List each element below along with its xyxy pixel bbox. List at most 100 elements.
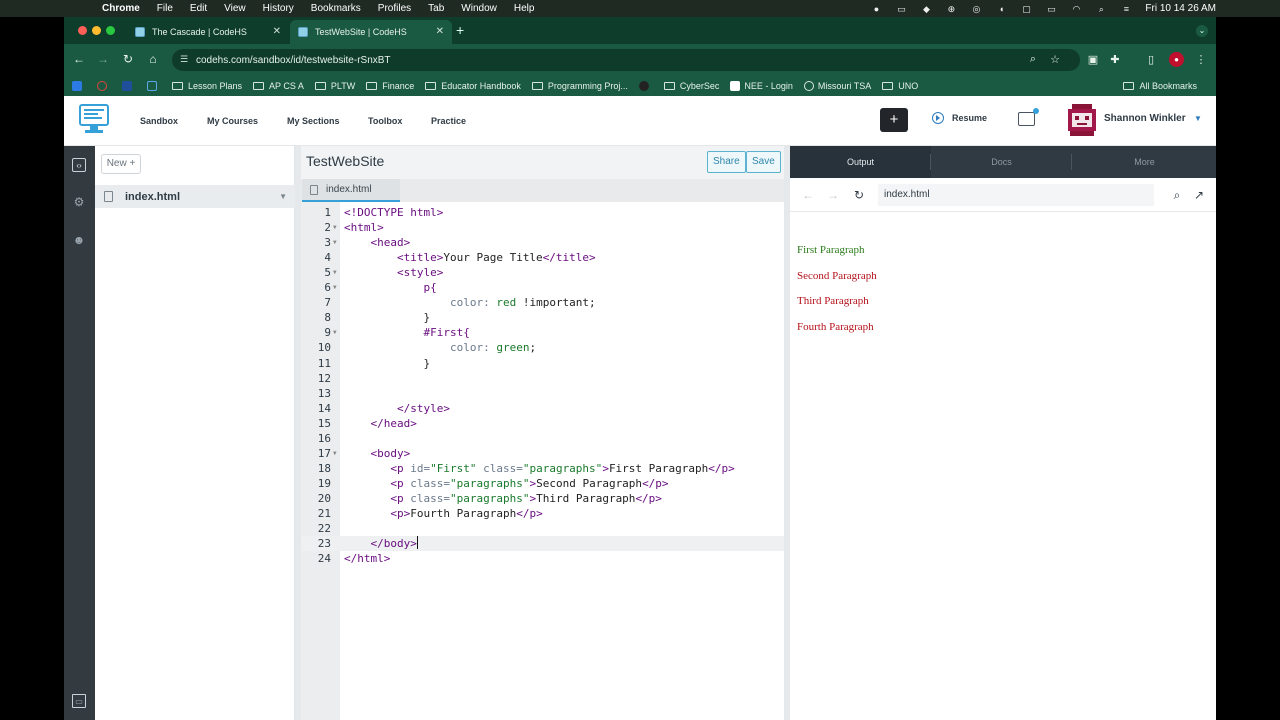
forward-arrow-icon[interactable]: → [826, 188, 840, 202]
save-button[interactable]: Save [746, 151, 781, 173]
chrome-profile-avatar[interactable]: ● [1169, 52, 1184, 67]
users-icon[interactable]: ☻ [72, 233, 86, 247]
menu-file[interactable]: File [157, 3, 173, 14]
bookmark-icon-link[interactable] [147, 81, 161, 91]
bookmark-educator-handbook[interactable]: Educator Handbook [425, 81, 521, 91]
zoom-icon[interactable]: ⌕ [1026, 53, 1040, 66]
code-line[interactable]: 6 ▼ p{ [301, 280, 784, 295]
resume-button[interactable]: Resume [932, 112, 987, 124]
bookmark-nee-login[interactable]: NEE - Login [730, 81, 793, 91]
user-avatar[interactable] [1066, 103, 1098, 137]
menu-tab[interactable]: Tab [428, 3, 444, 14]
code-line[interactable]: 11 } [301, 356, 784, 371]
bookmark-star-icon[interactable]: ☆ [1048, 53, 1062, 66]
code-line[interactable]: 16 [301, 431, 784, 446]
code-line[interactable]: 24 </html> [301, 551, 784, 566]
menubar-clock[interactable]: Fri 10 14 26 AM [1145, 3, 1216, 14]
wifi-icon[interactable]: ◠ [1069, 4, 1083, 14]
battery-app-icon[interactable]: ▭ [894, 4, 908, 14]
all-bookmarks[interactable]: All Bookmarks [1123, 81, 1197, 91]
external-link-icon[interactable]: ↗ [1192, 188, 1206, 202]
notifications-icon[interactable] [1018, 108, 1039, 126]
code-line[interactable]: 8 } [301, 310, 784, 325]
code-line[interactable]: 22 [301, 521, 784, 536]
fold-toggle-icon[interactable]: ▼ [333, 220, 337, 235]
menu-view[interactable]: View [224, 3, 246, 14]
code-line[interactable]: 19 <p class="paragraphs">Second Paragrap… [301, 476, 784, 491]
menu-profiles[interactable]: Profiles [378, 3, 411, 14]
code-line[interactable]: 4 <title>Your Page Title</title> [301, 250, 784, 265]
code-line[interactable]: 17 ▼ <body> [301, 446, 784, 461]
code-line[interactable]: 12 [301, 371, 784, 386]
tab-docs[interactable]: Docs [931, 146, 1072, 178]
volume-icon[interactable]: ◖ [994, 4, 1008, 14]
bookmark-lesson-plans[interactable]: Lesson Plans [172, 81, 242, 91]
record-icon[interactable]: ● [869, 4, 883, 14]
code-line[interactable]: 23 </body> [301, 536, 784, 552]
code-line[interactable]: 9 ▼ #First{ [301, 325, 784, 340]
code-line[interactable]: 13 [301, 386, 784, 401]
airplay-icon[interactable]: ◎ [969, 4, 983, 14]
forward-arrow-icon[interactable]: → [96, 52, 110, 66]
nav-toolbox[interactable]: Toolbox [368, 116, 402, 126]
maximize-window-button[interactable] [106, 26, 115, 35]
code-line[interactable]: 5 ▼ <style> [301, 265, 784, 280]
menu-help[interactable]: Help [514, 3, 535, 14]
reload-icon[interactable]: ↻ [852, 188, 866, 202]
menu-history[interactable]: History [263, 3, 294, 14]
nav-sandbox[interactable]: Sandbox [140, 116, 178, 126]
bookmark-pltw[interactable]: PLTW [314, 81, 355, 91]
tab-output[interactable]: Output [790, 146, 931, 178]
search-icon[interactable]: ⌕ [1170, 188, 1184, 203]
bookmark-ap-cs-a[interactable]: AP CS A [253, 81, 304, 91]
bookmark-uno[interactable]: UNO [882, 81, 918, 91]
extensions-puzzle-icon[interactable]: ✚ [1108, 53, 1122, 66]
fold-toggle-icon[interactable]: ▼ [333, 446, 337, 461]
file-item-index-html[interactable]: index.html ▼ [95, 185, 295, 208]
project-title[interactable]: TestWebSite [306, 153, 384, 169]
editor-tab-index-html[interactable]: index.html [302, 179, 400, 202]
fold-toggle-icon[interactable]: ▼ [333, 325, 337, 340]
control-center-icon[interactable]: ≡ [1119, 4, 1133, 14]
create-button[interactable]: + [880, 108, 908, 132]
bookmark-icon-r[interactable] [97, 81, 111, 91]
extension-icon[interactable]: ⊕ [944, 4, 958, 14]
code-line[interactable]: 18 <p id="First" class="paragraphs">Firs… [301, 461, 784, 476]
fold-toggle-icon[interactable]: ▼ [333, 280, 337, 295]
codehs-logo-icon[interactable] [79, 103, 109, 135]
new-tab-icon[interactable]: + [456, 22, 464, 38]
code-files-icon[interactable]: ‹› [72, 158, 86, 172]
nav-my-sections[interactable]: My Sections [287, 116, 340, 126]
back-arrow-icon[interactable]: ← [801, 188, 815, 202]
bookmark-icon-sis[interactable] [122, 81, 136, 91]
chrome-menu-icon[interactable]: ⋮ [1194, 53, 1208, 66]
tab-more[interactable]: More [1074, 146, 1215, 178]
code-line[interactable]: 7 color: red !important; [301, 295, 784, 310]
close-tab-icon[interactable]: ✕ [436, 26, 444, 37]
code-line[interactable]: 14 </style> [301, 401, 784, 416]
nav-my-courses[interactable]: My Courses [207, 116, 258, 126]
address-bar[interactable]: ☰ codehs.com/sandbox/id/testwebsite-rSnx… [172, 49, 1080, 71]
bookmark-finance[interactable]: Finance [366, 81, 414, 91]
share-button[interactable]: Share [707, 151, 746, 173]
console-panel-icon[interactable]: ▭ [72, 694, 86, 708]
bookmark-missouri-tsa[interactable]: Missouri TSA [803, 81, 871, 91]
menu-bookmarks[interactable]: Bookmarks [311, 3, 361, 14]
code-editor[interactable]: 1 <!DOCTYPE html> 2 ▼ <html> 3 ▼ <head> 4 <titl… [301, 202, 784, 720]
browser-tab-testwebsite[interactable]: TestWebSite | CodeHS ✕ [290, 20, 452, 44]
browser-tab-cascade[interactable]: The Cascade | CodeHS ✕ [127, 20, 289, 44]
bookmark-programming-projects[interactable]: Programming Proj... [531, 81, 628, 91]
battery-icon[interactable]: ▭ [1044, 4, 1058, 14]
bookmark-icon-s[interactable] [72, 81, 86, 91]
minimize-window-button[interactable] [92, 26, 101, 35]
home-icon[interactable]: ⌂ [146, 52, 160, 66]
settings-gear-icon[interactable]: ⚙ [72, 195, 86, 209]
output-url-field[interactable]: index.html [878, 184, 1154, 206]
bookmark-icon-github[interactable] [638, 81, 653, 91]
menu-edit[interactable]: Edit [190, 3, 207, 14]
menu-window[interactable]: Window [461, 3, 497, 14]
side-panel-icon[interactable]: ▯ [1144, 53, 1158, 66]
new-file-button[interactable]: New + [101, 154, 141, 174]
chevron-down-icon[interactable]: ▼ [1194, 114, 1202, 123]
screen-icon[interactable]: ▢ [1019, 4, 1033, 14]
